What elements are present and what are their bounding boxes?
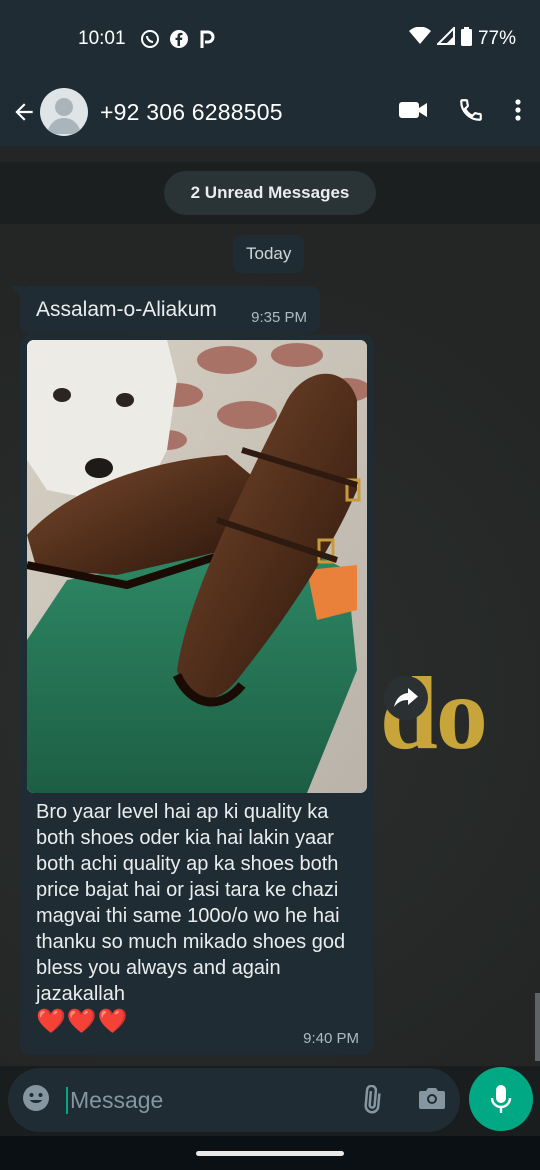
status-bar: 10:01 77% (0, 0, 540, 78)
attach-icon[interactable] (356, 1085, 386, 1115)
shoe-photo[interactable] (27, 340, 367, 793)
phone-icon[interactable] (458, 97, 484, 128)
message-text: Assalam-o-Aliakum (36, 298, 217, 321)
date-separator: Today (233, 235, 305, 273)
whatsapp-icon (140, 29, 160, 49)
message-bubble[interactable]: Assalam-o-Aliakum 9:35 PM (20, 286, 320, 334)
image-message-bubble[interactable]: Bro yaar level hai ap ki quality ka both… (20, 335, 374, 1055)
message-composer (8, 1068, 460, 1132)
chat-header: +92 306 6288505 (0, 78, 540, 146)
message-time: 9:40 PM (303, 1030, 359, 1047)
home-indicator[interactable] (196, 1151, 344, 1156)
unread-messages-label: 2 Unread Messages (163, 171, 377, 215)
pinterest-icon (198, 29, 216, 49)
avatar-icon[interactable] (40, 88, 88, 136)
wifi-icon (408, 26, 431, 51)
status-time: 10:01 (78, 28, 126, 49)
facebook-icon (169, 29, 189, 49)
forward-icon[interactable] (384, 676, 428, 720)
video-call-icon[interactable] (398, 99, 428, 126)
battery-icon (460, 26, 472, 52)
heart-emoji: ❤️❤️❤️ (36, 1008, 129, 1035)
back-arrow-icon[interactable] (10, 98, 38, 126)
unread-banner: 2 Unread Messages (0, 162, 540, 224)
message-input[interactable] (66, 1086, 346, 1114)
chat-area[interactable]: do 2 Unread Messages Today Assalam-o-Ali… (0, 146, 540, 1066)
signal-icon (435, 25, 455, 51)
message-text: Bro yaar level hai ap ki quality ka both… (36, 801, 346, 1005)
message-time: 9:35 PM (251, 309, 307, 326)
camera-icon[interactable] (418, 1086, 446, 1115)
more-vert-icon[interactable] (514, 98, 522, 127)
contact-name[interactable]: +92 306 6288505 (100, 99, 283, 126)
scrollbar[interactable] (535, 993, 540, 1061)
emoji-icon[interactable] (22, 1084, 50, 1117)
battery-percent: 77% (477, 28, 516, 49)
mic-icon[interactable] (469, 1067, 533, 1131)
